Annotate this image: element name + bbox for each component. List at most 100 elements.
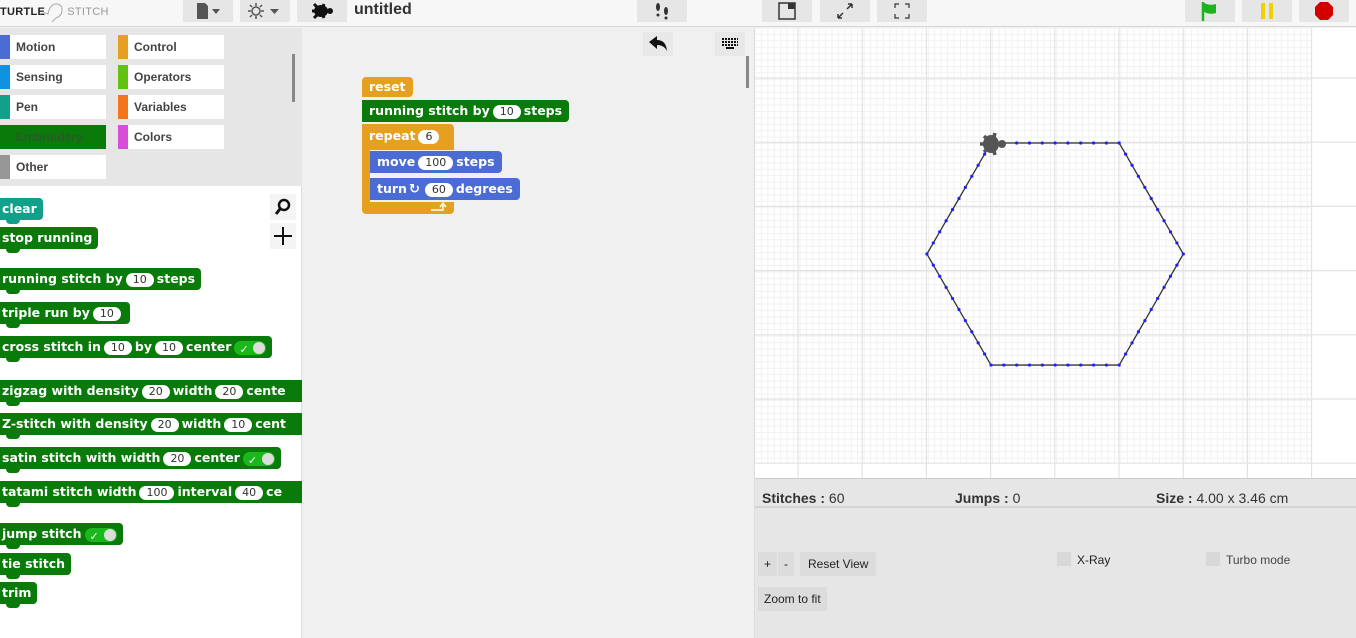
stitch-point — [938, 274, 942, 278]
category-colors[interactable]: Colors — [118, 125, 224, 149]
repeat-count-input[interactable]: 6 — [418, 129, 440, 144]
zoom-in-button[interactable]: + — [758, 552, 778, 576]
category-scrollbar[interactable] — [292, 54, 295, 102]
scripts-area[interactable]: reset running stitch by 10 steps repeat 6 m… — [303, 28, 755, 638]
block-tie-stitch[interactable]: tie stitch — [0, 553, 72, 579]
jump-toggle[interactable] — [84, 526, 117, 548]
fullscreen-button[interactable] — [877, 0, 927, 22]
green-flag-icon — [1201, 2, 1216, 21]
stitch-point — [1136, 174, 1141, 178]
zoom-to-fit-button[interactable]: Zoom to fit — [758, 587, 827, 611]
stitch-point — [970, 174, 974, 178]
steps-input[interactable]: 10 — [125, 272, 154, 287]
block-clear[interactable]: clear — [0, 198, 43, 224]
scripts-scrollbar[interactable] — [746, 56, 749, 88]
category-embroidery[interactable]: Embroidery — [0, 125, 106, 149]
search-blocks-button[interactable] — [270, 194, 296, 220]
stitch-point — [1124, 152, 1128, 156]
keyboard-entry-button[interactable] — [715, 32, 745, 56]
xray-checkbox[interactable] — [1057, 552, 1071, 566]
category-motion[interactable]: Motion — [0, 35, 106, 59]
cross-width-input[interactable]: 10 — [103, 340, 132, 355]
category-operators[interactable]: Operators — [118, 65, 224, 89]
width-input[interactable]: 20 — [215, 384, 244, 399]
resize-stage-button[interactable] — [820, 0, 870, 22]
make-block-button[interactable] — [270, 223, 296, 249]
turbo-mode-label: Turbo mode — [1226, 553, 1291, 567]
width-input[interactable]: 10 — [224, 417, 253, 432]
block-label: clear — [2, 201, 37, 216]
block-label: running stitch by — [369, 103, 490, 118]
category-color-swatch — [0, 95, 10, 119]
block-label: interval — [177, 484, 233, 499]
move-steps-input[interactable]: 100 — [418, 155, 454, 170]
category-sensing[interactable]: Sensing — [0, 65, 106, 89]
stitch-count: Stitches : 60 — [762, 490, 845, 506]
zoom-out-button[interactable]: - — [778, 552, 794, 576]
stitch-point — [1143, 319, 1147, 323]
block-zigzag[interactable]: zigzag with density 20 width 20 cente — [0, 380, 302, 406]
stitch-point — [1117, 363, 1121, 367]
block-jump-stitch[interactable]: jump stitch — [0, 523, 123, 549]
center-toggle[interactable] — [242, 450, 275, 472]
settings-menu-button[interactable] — [240, 0, 290, 22]
reset-view-button[interactable]: Reset View — [800, 552, 877, 576]
block-z-stitch[interactable]: Z-stitch with density 20 width 10 cent — [0, 413, 302, 439]
stitch-point — [1079, 363, 1083, 367]
stitch-point — [944, 219, 948, 223]
turbo-mode-checkbox[interactable] — [1206, 552, 1220, 566]
block-label: repeat — [369, 128, 416, 143]
category-label: Other — [16, 160, 49, 174]
plus-icon — [274, 227, 292, 245]
stitch-point — [1168, 230, 1173, 234]
width-input[interactable]: 20 — [163, 451, 192, 466]
script-block-running-stitch[interactable]: running stitch by 10 steps — [362, 100, 570, 122]
block-trim[interactable]: trim — [0, 582, 38, 608]
script-block-reset[interactable]: reset — [362, 77, 413, 97]
file-menu-button[interactable] — [183, 0, 233, 22]
undo-button[interactable] — [643, 32, 673, 56]
block-label: cent — [255, 416, 287, 431]
stage-layout-button[interactable] — [762, 0, 812, 22]
stitch-point — [950, 208, 955, 212]
steps-input[interactable]: 10 — [492, 104, 521, 119]
density-input[interactable]: 20 — [141, 384, 170, 399]
stitch-point — [1181, 252, 1185, 256]
stage-canvas[interactable] — [755, 28, 1356, 478]
script-block-move[interactable]: move 100 steps — [370, 151, 502, 173]
interval-input[interactable]: 40 — [235, 485, 264, 500]
stop-button[interactable] — [1299, 0, 1349, 22]
block-satin-stitch[interactable]: satin stitch with width 20 center — [0, 447, 281, 473]
turtle-sprite-icon — [980, 132, 1006, 156]
undo-icon — [649, 36, 667, 51]
turtle-button[interactable] — [297, 0, 347, 22]
stitch-point — [1053, 141, 1057, 145]
script-block-turn[interactable]: turn ↻ 60 degrees — [370, 178, 520, 200]
block-triple-run[interactable]: triple run by 10 — [0, 302, 130, 328]
view-controls: + - Reset View Zoom to fit X-Ray Turbo m… — [755, 508, 1356, 638]
width-input[interactable]: 100 — [139, 485, 175, 500]
block-cross-stitch[interactable]: cross stitch in 10 by 10 center — [0, 336, 273, 362]
category-pen[interactable]: Pen — [0, 95, 106, 119]
turn-degrees-input[interactable]: 60 — [424, 182, 453, 197]
green-flag-button[interactable] — [1185, 0, 1235, 22]
stitch-point — [963, 319, 967, 323]
category-variables[interactable]: Variables — [118, 95, 224, 119]
length-input[interactable]: 10 — [92, 306, 121, 321]
pause-button[interactable] — [1242, 0, 1292, 22]
cross-height-input[interactable]: 10 — [155, 340, 184, 355]
block-running-stitch[interactable]: running stitch by 10 steps — [0, 268, 202, 294]
category-label: Sensing — [16, 70, 63, 84]
logo-turtle-outline-icon — [39, 3, 63, 23]
fullscreen-icon — [894, 3, 910, 19]
stitch-point — [1091, 363, 1096, 367]
center-toggle[interactable] — [234, 339, 267, 361]
block-label: trim — [2, 585, 32, 600]
block-tatami-stitch[interactable]: tatami stitch width 100 interval 40 ce — [0, 481, 302, 507]
single-step-button[interactable] — [637, 0, 687, 22]
category-control[interactable]: Control — [118, 35, 224, 59]
density-input[interactable]: 20 — [150, 417, 179, 432]
block-stop-running[interactable]: stop running — [0, 227, 99, 253]
category-other[interactable]: Other — [0, 155, 106, 179]
jump-count: Jumps : 0 — [955, 490, 1021, 506]
